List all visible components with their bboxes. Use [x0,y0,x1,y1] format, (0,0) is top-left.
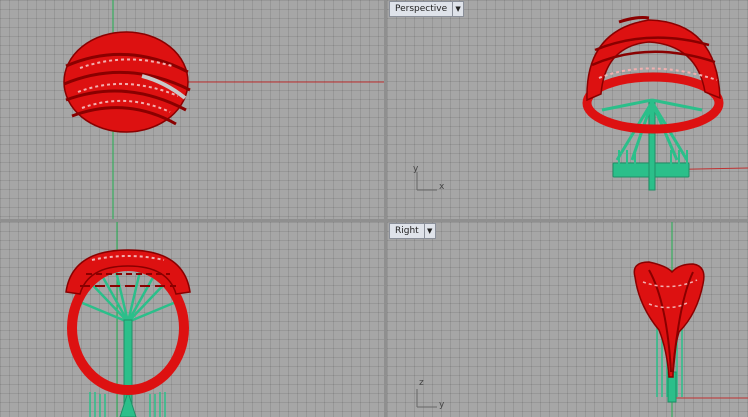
dropdown-arrow-icon[interactable]: ▼ [452,2,463,16]
ring-model [633,261,705,378]
support-structure [601,98,703,191]
axis-gizmo [416,389,437,408]
perspective-viewport-label[interactable]: Perspective [390,2,452,16]
viewport-top[interactable] [0,0,384,219]
axis-y-label: y [439,400,445,410]
dropdown-arrow-icon[interactable]: ▼ [423,224,435,238]
perspective-viewport-tab[interactable]: Perspective ▼ [389,1,465,17]
axis-y-label: y [413,164,419,174]
right-view-scene [416,222,748,417]
top-view-scene [63,0,384,219]
front-view-scene [65,222,191,417]
axis-gizmo [416,172,437,191]
viewport-right[interactable]: Right ▼ z y [387,222,748,417]
axis-z-label: z [419,378,424,388]
axis-x-label: x [439,182,445,192]
ring-model [63,31,191,133]
right-viewport-tab[interactable]: Right ▼ [389,223,436,239]
viewport-front[interactable] [0,222,384,417]
viewport-perspective[interactable]: Perspective ▼ x y [387,0,748,219]
right-viewport-label[interactable]: Right [390,224,424,238]
